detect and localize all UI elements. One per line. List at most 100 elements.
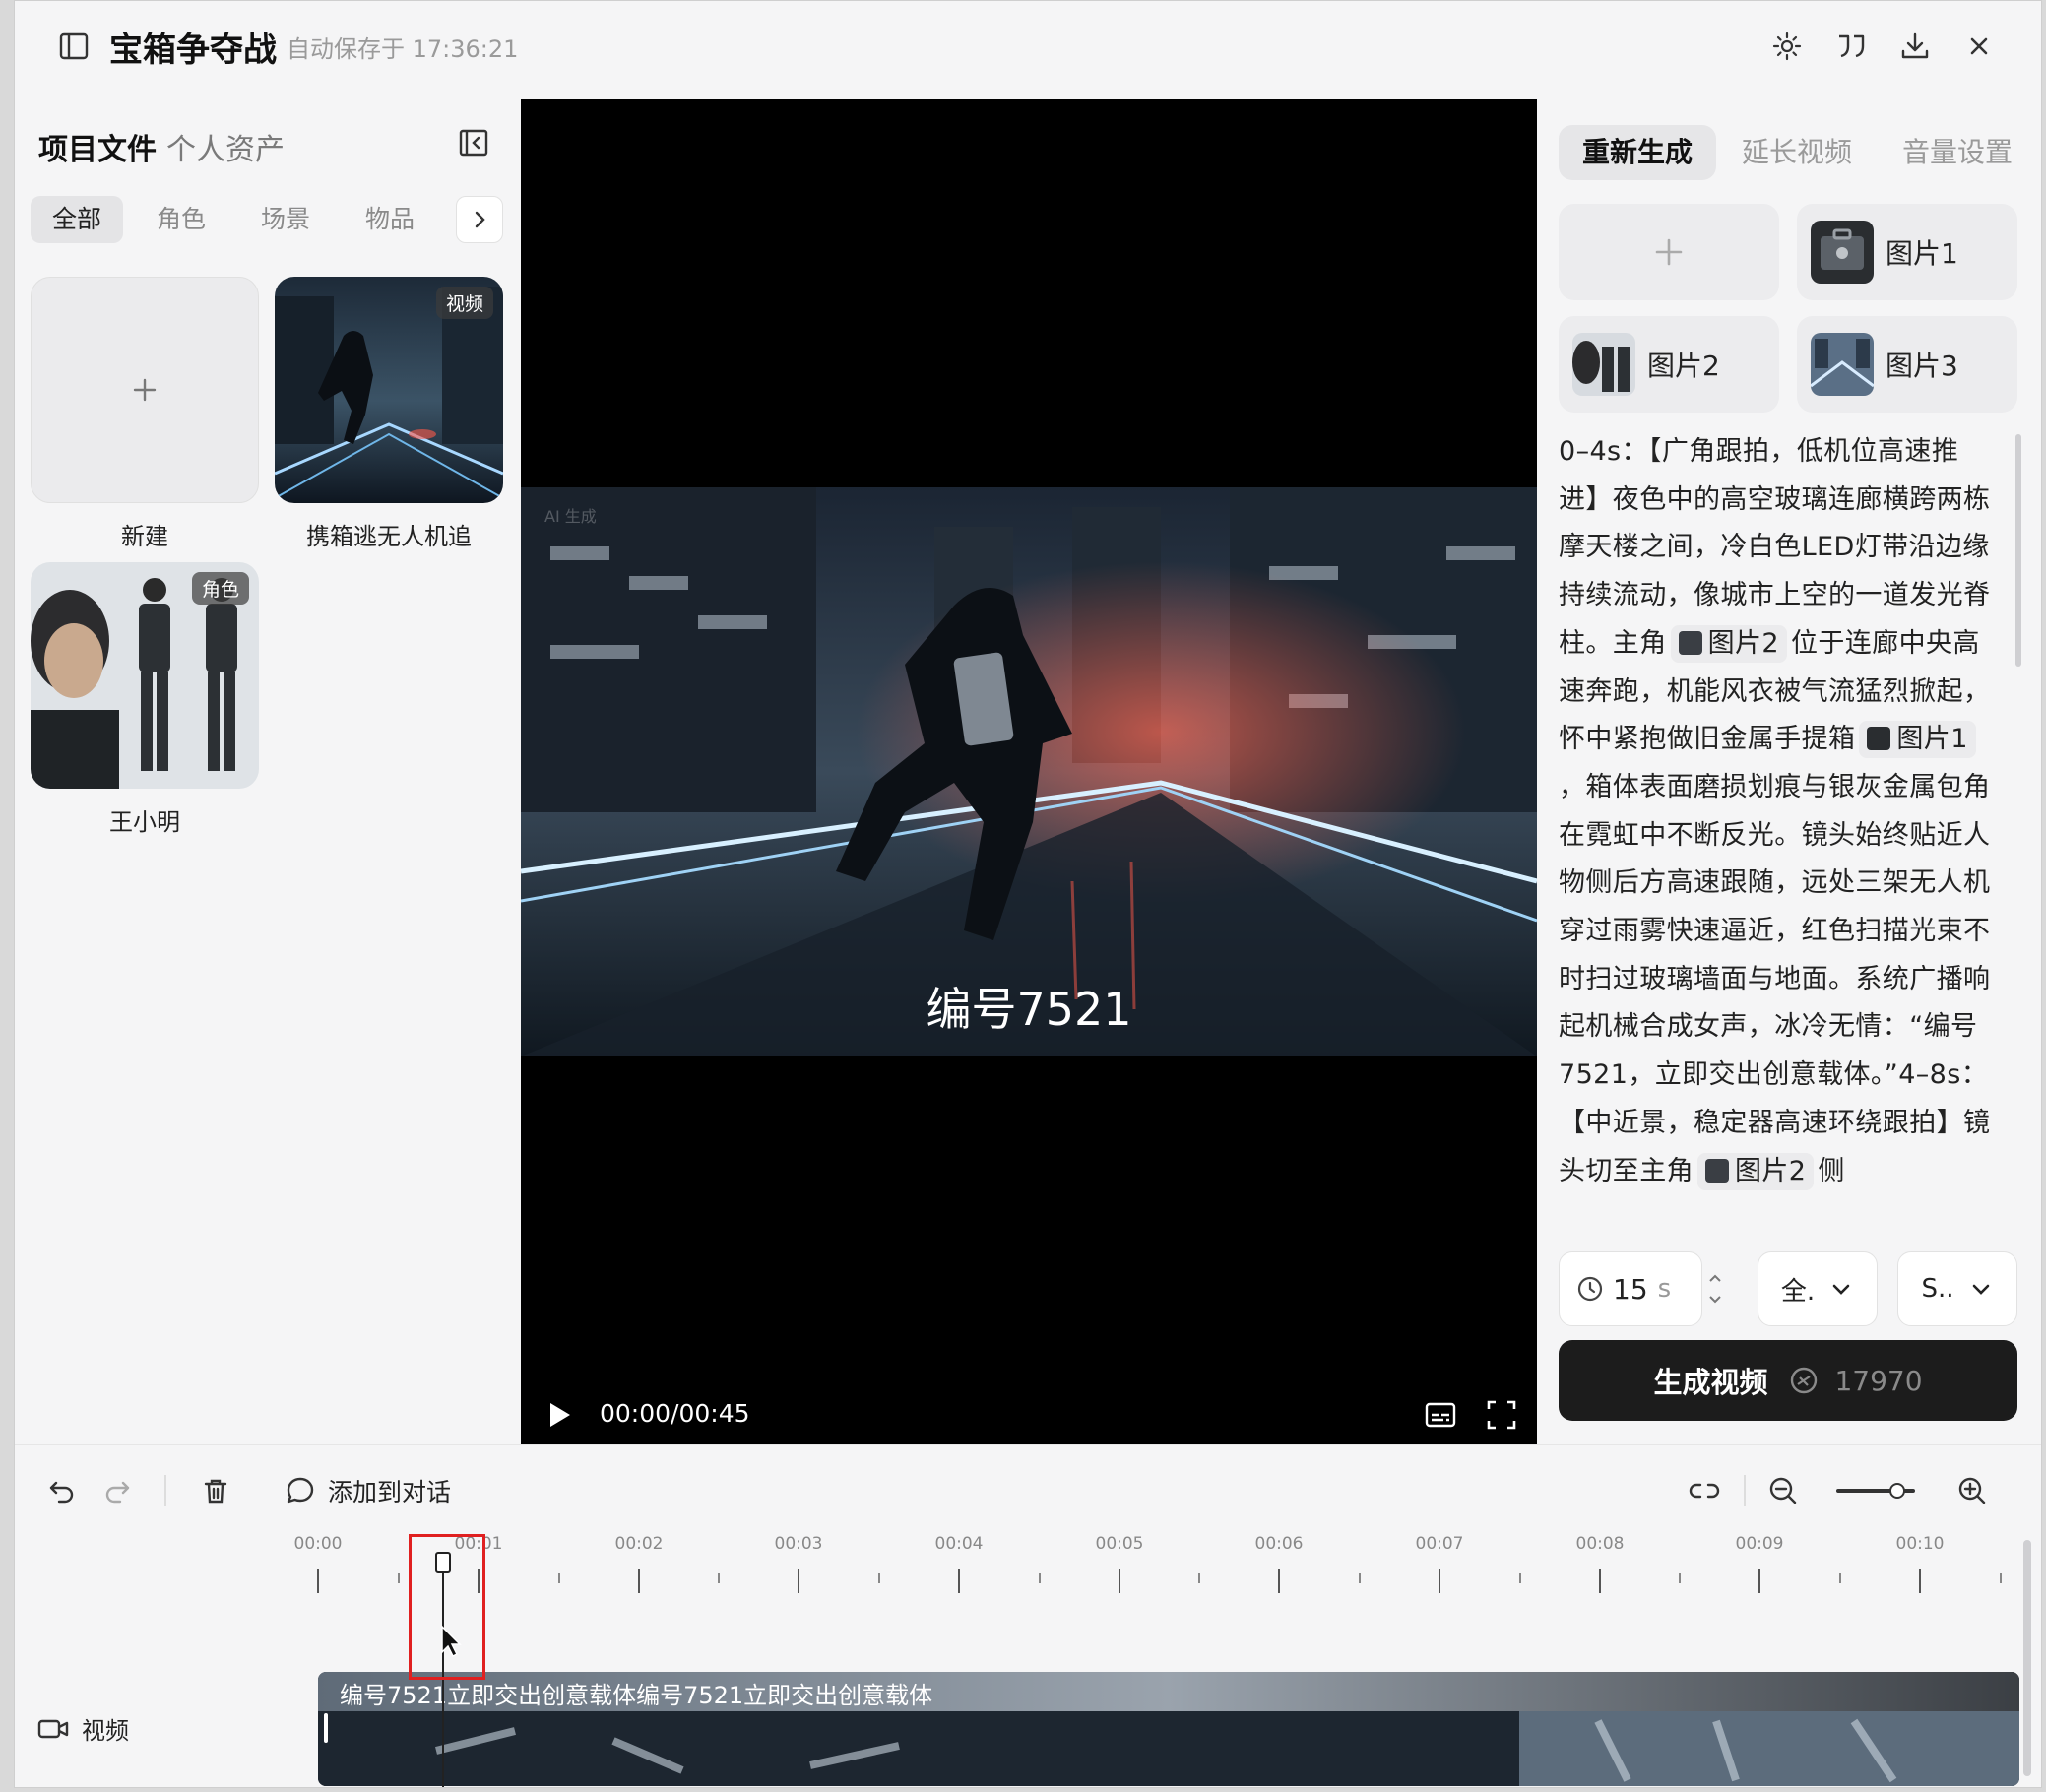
prompt-scrollbar[interactable] <box>2015 434 2021 667</box>
chat-bubble-icon <box>287 1477 314 1504</box>
tick-label: 00:10 <box>1895 1534 1945 1554</box>
clip-trim-handle[interactable] <box>324 1713 328 1743</box>
autosave-status: 自动保存于 17:36:21 <box>287 35 519 63</box>
add-to-dialog-button[interactable]: 添加到对话 <box>283 1469 451 1512</box>
subtitles-icon[interactable] <box>1421 1395 1460 1435</box>
tab-volume-settings[interactable]: 音量设置 <box>1879 125 2036 180</box>
redo-icon[interactable] <box>96 1469 139 1512</box>
zoom-out-icon[interactable] <box>1761 1469 1805 1512</box>
tick-major <box>317 1569 319 1593</box>
credits-icon <box>1791 1367 1818 1394</box>
plus-icon <box>133 378 157 402</box>
tab-extend-video[interactable]: 延长视频 <box>1718 125 1876 180</box>
video-camera-icon <box>37 1719 69 1738</box>
credits-count: 17970 <box>1834 1364 1923 1397</box>
zoom-slider-handle[interactable] <box>1889 1483 1905 1499</box>
tab-regenerate[interactable]: 重新生成 <box>1559 125 1717 180</box>
video-frame-image <box>521 487 1537 1056</box>
mention-label: 图片1 <box>1896 724 1968 755</box>
sidebar-toggle-icon[interactable] <box>54 27 94 66</box>
add-reference-button[interactable] <box>1559 204 1779 300</box>
asset-label-new: 新建 <box>121 523 168 550</box>
scope-select-value: 全. <box>1780 1276 1816 1307</box>
chevron-down-icon <box>1709 1296 1721 1304</box>
mention-chip[interactable]: 图片2 <box>1670 624 1787 663</box>
tick-label: 00:05 <box>1095 1534 1144 1554</box>
generate-label: 生成视频 <box>1653 1366 1768 1399</box>
video-preview[interactable]: AI 生成 编号7521 00:00/00:45 <box>521 99 1537 1444</box>
video-track-label: 视频 <box>36 1711 129 1746</box>
tick-major <box>638 1569 640 1593</box>
mention-label: 图片2 <box>1735 1155 1807 1186</box>
tick-minor <box>558 1573 560 1583</box>
tick-major <box>1119 1569 1120 1593</box>
filter-item[interactable]: 物品 <box>344 196 436 243</box>
tick-label: 00:07 <box>1415 1534 1464 1554</box>
asset-label-video: 携箱逃无人机追 <box>306 523 472 550</box>
timeline-ruler[interactable]: 00:00 00:01 00:02 00:03 00:04 00:05 00:0… <box>15 1534 2041 1613</box>
tick-minor <box>718 1573 720 1583</box>
tab-personal-assets[interactable]: 个人资产 <box>166 125 285 168</box>
zoom-in-icon[interactable] <box>1950 1469 1994 1512</box>
filter-all[interactable]: 全部 <box>31 196 124 243</box>
fullscreen-icon[interactable] <box>1482 1395 1521 1435</box>
video-clip[interactable]: 编号7521立即交出创意载体编号7521立即交出创意载体 <box>318 1672 2019 1786</box>
style-select[interactable]: S.. <box>1897 1251 2017 1326</box>
reference-label: 图片3 <box>1886 350 1958 382</box>
prompt-textarea[interactable]: 0–4s：【广角跟拍，低机位高速推进】夜色中的高空玻璃连廊横跨两栋摩天楼之间，冷… <box>1559 428 1998 1224</box>
mention-chip[interactable]: 图片1 <box>1859 721 1976 759</box>
duration-stepper[interactable] <box>1700 1251 1730 1326</box>
duration-value: 15 <box>1613 1272 1648 1306</box>
tick-label: 00:08 <box>1575 1534 1625 1554</box>
assets-panel: 项目文件 个人资产 全部 角色 场景 物品 新建 视频 携箱逃无人机追 角色 王… <box>15 99 519 1444</box>
mention-thumbnail <box>1705 1158 1729 1183</box>
app-window: 宝箱争夺战 自动保存于 17:36:21 项目文件 个人资产 全部 角色 场景 … <box>14 0 2042 1788</box>
chevron-down-icon <box>1832 1284 1850 1295</box>
reference-image-2[interactable]: 图片2 <box>1559 316 1779 413</box>
filter-character[interactable]: 角色 <box>135 196 227 243</box>
duration-unit: s <box>1657 1274 1672 1304</box>
chevron-right-icon <box>475 211 485 228</box>
reference-label: 图片2 <box>1647 350 1720 382</box>
playback-timecode: 00:00/00:45 <box>600 1399 750 1428</box>
generate-video-button[interactable]: 生成视频 17970 <box>1559 1340 2017 1421</box>
collapse-panel-icon[interactable] <box>454 123 493 162</box>
character-badge: 角色 <box>191 572 249 605</box>
tick-minor <box>1359 1573 1361 1583</box>
reference-thumbnail <box>1572 333 1635 396</box>
style-select-value: S.. <box>1921 1274 1954 1304</box>
undo-icon[interactable] <box>40 1469 84 1512</box>
duration-field[interactable]: 15 s <box>1559 1251 1702 1326</box>
asset-character-thumbnail[interactable]: 角色 <box>31 562 259 789</box>
tick-major <box>958 1569 960 1593</box>
tick-minor <box>2000 1573 2002 1583</box>
scope-select[interactable]: 全. <box>1758 1251 1878 1326</box>
new-asset-button[interactable] <box>31 277 259 503</box>
tick-major <box>1278 1569 1280 1593</box>
download-icon[interactable] <box>1893 25 1937 68</box>
link-icon[interactable] <box>1683 1469 1726 1512</box>
filter-scene[interactable]: 场景 <box>239 196 332 243</box>
project-title[interactable]: 宝箱争夺战 <box>109 23 277 71</box>
tab-project-files[interactable]: 项目文件 <box>38 125 157 168</box>
chevron-up-icon <box>1709 1274 1721 1282</box>
reference-image-1[interactable]: 图片1 <box>1797 204 2017 300</box>
mention-chip[interactable]: 图片2 <box>1697 1152 1815 1190</box>
delete-icon[interactable] <box>194 1469 237 1512</box>
asset-video-thumbnail[interactable]: 视频 <box>275 277 503 503</box>
reference-label: 图片1 <box>1886 237 1958 270</box>
play-icon[interactable] <box>539 1395 578 1435</box>
close-icon[interactable] <box>1957 25 2001 68</box>
mention-label: 图片2 <box>1707 627 1779 659</box>
toolbar-divider <box>164 1475 166 1506</box>
tick-label: 00:03 <box>774 1534 823 1554</box>
filters-next-button[interactable] <box>456 196 503 243</box>
video-badge: 视频 <box>435 287 493 319</box>
tick-label: 00:02 <box>614 1534 664 1554</box>
tick-minor <box>1039 1573 1041 1583</box>
mention-thumbnail <box>1867 727 1891 751</box>
timeline-scrollbar[interactable] <box>2023 1540 2031 1776</box>
brightness-icon[interactable] <box>1765 25 1809 68</box>
reference-image-3[interactable]: 图片3 <box>1797 316 2017 413</box>
quote-icon[interactable] <box>1829 25 1873 68</box>
